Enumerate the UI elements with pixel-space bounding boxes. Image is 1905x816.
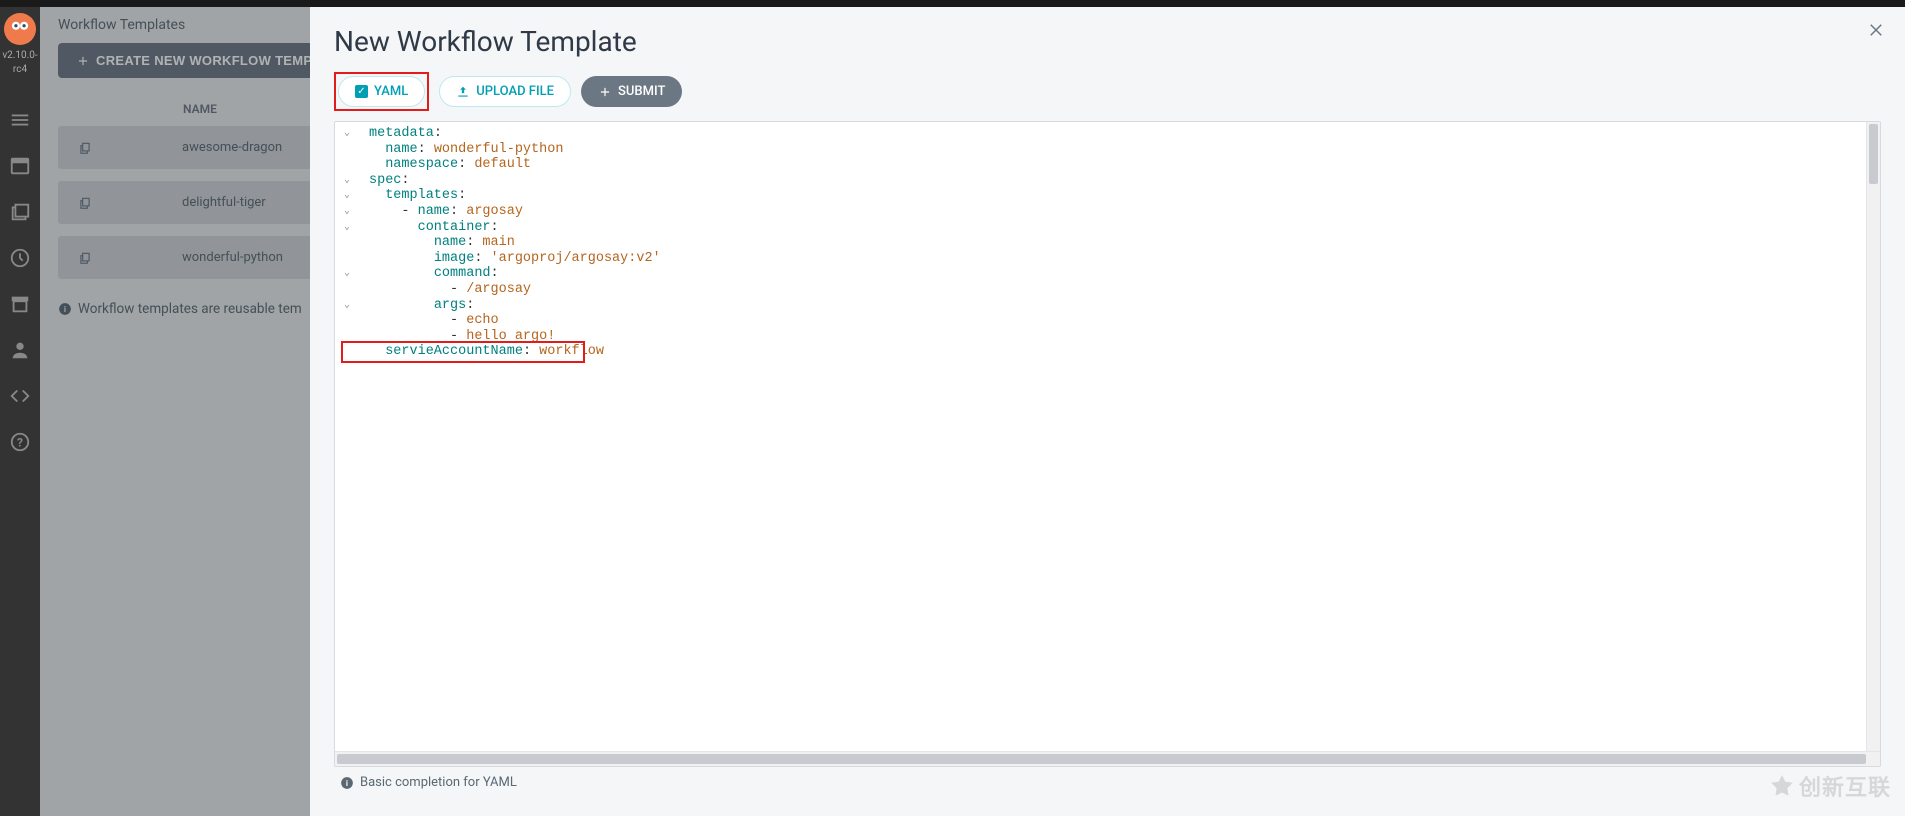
fold-glyph[interactable]: ⌄ bbox=[344, 204, 350, 220]
nav-item-api[interactable] bbox=[0, 373, 40, 419]
code-line[interactable]: command: bbox=[365, 266, 1880, 282]
archive-icon bbox=[9, 293, 31, 315]
modal-title: New Workflow Template bbox=[334, 25, 1881, 58]
code-line[interactable]: args: bbox=[365, 298, 1880, 314]
nav-item-list[interactable] bbox=[0, 97, 40, 143]
upload-button-label: UPLOAD FILE bbox=[476, 84, 554, 99]
help-icon: ? bbox=[9, 431, 31, 453]
code-line[interactable]: container: bbox=[365, 220, 1880, 236]
new-template-panel: New Workflow Template ✓ YAML UPLOAD FILE bbox=[310, 7, 1905, 816]
version-label: v2.10.0- rc4 bbox=[2, 49, 37, 77]
svg-text:?: ? bbox=[17, 436, 23, 450]
highlight-yaml-button: ✓ YAML bbox=[334, 72, 429, 111]
code-line[interactable]: - name: argosay bbox=[365, 204, 1880, 220]
code-icon bbox=[9, 385, 31, 407]
nav-item-archive[interactable] bbox=[0, 281, 40, 327]
argo-logo[interactable] bbox=[4, 13, 36, 45]
editor-vertical-scrollbar[interactable] bbox=[1866, 122, 1880, 751]
fold-glyph[interactable]: ⌄ bbox=[344, 188, 350, 204]
nav-item-cluster[interactable] bbox=[0, 189, 40, 235]
svg-text:i: i bbox=[346, 777, 348, 787]
app-sidebar: v2.10.0- rc4 ? bbox=[0, 7, 40, 816]
submit-button-label: SUBMIT bbox=[618, 84, 665, 99]
fold-glyph[interactable]: ⌄ bbox=[344, 126, 350, 142]
nav-item-templates[interactable] bbox=[0, 143, 40, 189]
window-icon bbox=[9, 155, 31, 177]
fold-glyph[interactable]: ⌄ bbox=[344, 173, 350, 189]
code-line[interactable]: - /argosay bbox=[365, 282, 1880, 298]
code-line[interactable]: - echo bbox=[365, 313, 1880, 329]
modal-action-row: ✓ YAML UPLOAD FILE SUBMIT bbox=[334, 72, 1881, 111]
window-top-strip bbox=[0, 0, 1905, 7]
upload-file-button[interactable]: UPLOAD FILE bbox=[439, 76, 571, 107]
windows-icon bbox=[9, 201, 31, 223]
fold-glyph[interactable]: ⌄ bbox=[344, 298, 350, 314]
nav-item-cron[interactable] bbox=[0, 235, 40, 281]
code-line[interactable]: servieAccountName: workflow bbox=[365, 344, 1880, 360]
modal-overlay[interactable]: New Workflow Template ✓ YAML UPLOAD FILE bbox=[40, 7, 1905, 816]
fold-glyph[interactable]: ⌄ bbox=[344, 266, 350, 282]
editor-horizontal-scrollbar[interactable] bbox=[335, 751, 1880, 766]
upload-icon bbox=[456, 85, 470, 99]
page-content: Workflow Templates CREATE NEW WORKFLOW T… bbox=[40, 7, 1905, 816]
octopus-icon bbox=[7, 16, 33, 42]
code-line[interactable]: - hello argo! bbox=[365, 329, 1880, 345]
submit-button[interactable]: SUBMIT bbox=[581, 76, 682, 107]
nav-item-user[interactable] bbox=[0, 327, 40, 373]
yaml-button-label: YAML bbox=[374, 84, 408, 99]
close-icon bbox=[1867, 21, 1885, 39]
editor-footer: i Basic completion for YAML bbox=[334, 767, 1881, 798]
code-line[interactable]: spec: bbox=[365, 173, 1880, 189]
code-line[interactable]: namespace: default bbox=[365, 157, 1880, 173]
info-icon: i bbox=[340, 776, 354, 790]
fold-glyph[interactable]: ⌄ bbox=[344, 220, 350, 236]
editor-footer-text: Basic completion for YAML bbox=[360, 775, 517, 790]
nav-item-help[interactable]: ? bbox=[0, 419, 40, 465]
checkbox-checked-icon: ✓ bbox=[355, 85, 368, 98]
code-line[interactable]: name: wonderful-python bbox=[365, 142, 1880, 158]
code-line[interactable]: name: main bbox=[365, 235, 1880, 251]
yaml-editor[interactable]: ⌄⌄⌄⌄⌄⌄⌄metadata: name: wonderful-python … bbox=[334, 121, 1881, 767]
code-line[interactable]: image: 'argoproj/argosay:v2' bbox=[365, 251, 1880, 267]
close-button[interactable] bbox=[1867, 21, 1885, 43]
user-icon bbox=[9, 339, 31, 361]
code-line[interactable]: metadata: bbox=[365, 126, 1880, 142]
plus-icon bbox=[598, 85, 612, 99]
bars-icon bbox=[9, 109, 31, 131]
yaml-toggle-button[interactable]: ✓ YAML bbox=[338, 76, 425, 107]
clock-icon bbox=[9, 247, 31, 269]
code-line[interactable]: templates: bbox=[365, 188, 1880, 204]
